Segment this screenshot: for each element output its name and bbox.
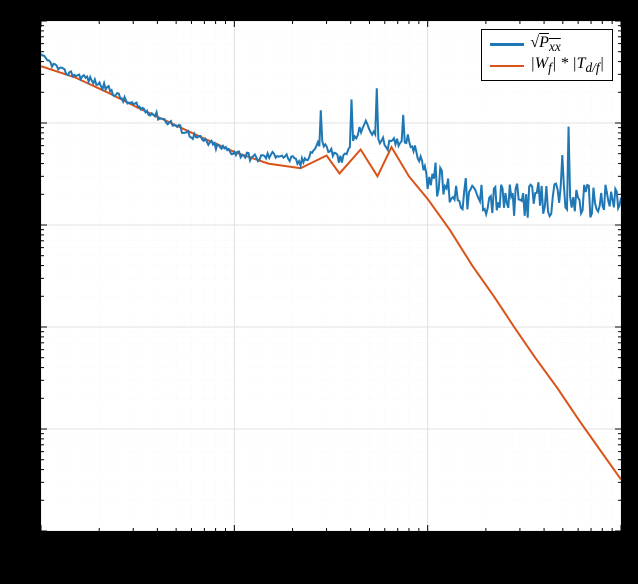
legend-swatch-wf [490, 65, 524, 68]
axis-ticks [41, 21, 621, 531]
series-wf-td [41, 66, 621, 479]
legend-swatch-pxx [490, 43, 524, 46]
legend-item-pxx: √Pxx [490, 34, 604, 55]
plot-area: √Pxx |Wf| * |Td/f| [40, 20, 622, 532]
grid [41, 21, 621, 531]
legend-item-wf: |Wf| * |Td/f| [490, 55, 604, 76]
chart-canvas [41, 21, 621, 531]
legend-label-wf: |Wf| * |Td/f| [530, 55, 604, 76]
legend: √Pxx |Wf| * |Td/f| [481, 29, 613, 81]
legend-label-pxx: √Pxx [530, 34, 560, 55]
